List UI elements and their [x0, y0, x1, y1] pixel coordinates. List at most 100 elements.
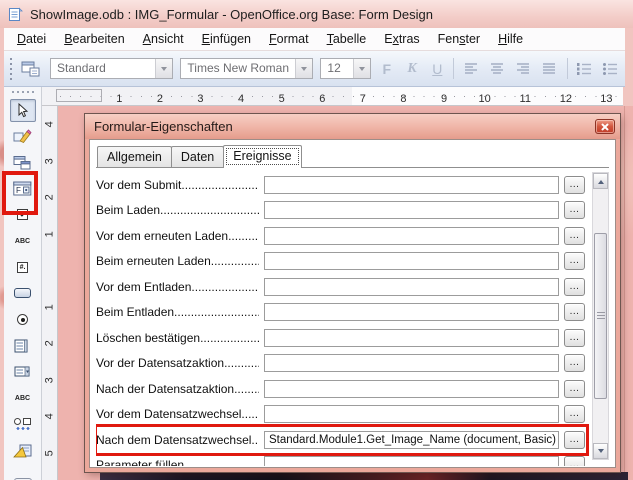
event-label: Vor der Datensatzaktion.............. — [96, 356, 259, 371]
underline-button[interactable]: U — [428, 61, 446, 77]
chevron-down-icon[interactable] — [352, 59, 370, 78]
scrollbar-grip-icon — [596, 312, 605, 320]
toolbar-grip-icon[interactable] — [4, 87, 41, 97]
font-size-combo[interactable]: 12 — [320, 58, 371, 79]
event-macro-input[interactable] — [264, 456, 559, 466]
text-box-icon[interactable]: ABC — [10, 230, 36, 253]
paragraph-style-combo[interactable]: Standard — [50, 58, 174, 79]
push-button-icon[interactable] — [10, 282, 36, 305]
ruler-number: 3 — [197, 93, 204, 105]
checkbox-icon[interactable] — [10, 203, 36, 226]
event-row: Beim erneuten Laden.................. ..… — [96, 249, 585, 275]
event-label: Nach dem Datensatzwechsel..... — [96, 432, 259, 447]
dialog-scrollbar[interactable] — [592, 172, 609, 460]
event-row: Beim Entladen...........................… — [96, 300, 585, 326]
menu-item[interactable]: Format — [260, 29, 318, 49]
close-icon[interactable] — [595, 119, 615, 134]
work-area: 12345678910111213 432112345 — [2, 87, 633, 480]
list-box-icon[interactable] — [10, 334, 36, 357]
menu-item[interactable]: Datei — [8, 29, 55, 49]
form-image — [100, 472, 628, 480]
styles-window-icon[interactable] — [20, 58, 43, 80]
menu-item[interactable]: Extras — [375, 29, 428, 49]
design-mode-icon[interactable] — [10, 125, 36, 148]
browse-button[interactable]: ... — [564, 226, 585, 245]
chevron-down-icon[interactable] — [155, 59, 173, 78]
browse-button[interactable]: ... — [564, 328, 585, 347]
menu-item[interactable]: Ansicht — [134, 29, 193, 49]
dialog-tab[interactable]: Daten — [170, 146, 225, 167]
menu-item[interactable]: Tabelle — [318, 29, 376, 49]
event-label: Beim Entladen...........................… — [96, 305, 259, 320]
menu-item[interactable]: Bearbeiten — [55, 29, 133, 49]
align-left-icon[interactable] — [461, 59, 480, 79]
menu-item[interactable]: Hilfe — [489, 29, 532, 49]
numbered-list-icon[interactable] — [574, 59, 593, 79]
event-macro-input[interactable] — [264, 303, 559, 322]
combo-box-icon[interactable] — [10, 360, 36, 383]
ruler-number: 1 — [116, 93, 123, 105]
event-macro-input[interactable] — [264, 175, 559, 194]
ruler-number: 12 — [559, 93, 572, 105]
align-right-icon[interactable] — [514, 59, 533, 79]
menubar: Datei Bearbeiten Ansicht Einfügen Format… — [4, 28, 625, 51]
ruler-number: 5 — [278, 93, 285, 105]
menu-item[interactable]: Fenster — [429, 29, 489, 49]
more-controls-icon[interactable] — [10, 413, 36, 436]
event-macro-input[interactable] — [264, 252, 559, 271]
event-macro-input[interactable] — [264, 354, 559, 373]
event-macro-input[interactable] — [264, 379, 559, 398]
scroll-down-icon[interactable] — [593, 443, 608, 459]
ruler-number: 2 — [43, 194, 56, 201]
font-name-value: Times New Roman — [187, 61, 289, 75]
event-row: Vor dem Entladen....................... … — [96, 274, 585, 300]
select-cursor-icon[interactable] — [9, 98, 36, 122]
browse-button[interactable]: ... — [564, 303, 585, 322]
event-macro-input[interactable] — [264, 226, 559, 245]
form-properties-icon[interactable]: F — [10, 177, 36, 200]
browse-button[interactable]: ... — [564, 430, 585, 449]
browse-button[interactable]: ... — [564, 354, 585, 373]
dialog-tab[interactable]: Ereignisse — [223, 145, 302, 168]
form-controls-toolbar: F ABC #. ABC — [4, 87, 42, 480]
bullet-list-icon[interactable] — [601, 59, 620, 79]
event-macro-input[interactable] — [264, 328, 559, 347]
font-name-combo[interactable]: Times New Roman — [180, 58, 314, 79]
event-label: Nach der Datensatzaktion.......... — [96, 381, 259, 396]
ruler-number: 8 — [400, 93, 407, 105]
menu-item[interactable]: Einfügen — [193, 29, 260, 49]
browse-button[interactable]: ... — [564, 456, 585, 466]
event-macro-input[interactable] — [264, 277, 559, 296]
italic-button[interactable]: K — [403, 61, 421, 77]
chevron-down-icon[interactable] — [295, 59, 313, 78]
browse-button[interactable]: ... — [564, 175, 585, 194]
browse-button[interactable]: ... — [564, 201, 585, 220]
option-button-icon[interactable] — [10, 308, 36, 331]
form-design-icon[interactable] — [10, 439, 36, 462]
document-icon — [8, 7, 23, 22]
dialog-title: Formular-Eigenschaften — [94, 119, 233, 134]
toolbar-separator — [453, 58, 455, 79]
label-field-icon[interactable]: ABC — [10, 387, 36, 410]
event-macro-input[interactable] — [264, 405, 559, 424]
browse-button[interactable]: ... — [564, 379, 585, 398]
ruler-number: 3 — [43, 376, 56, 383]
event-macro-input[interactable]: Standard.Module1.Get_Image_Name (documen… — [264, 430, 559, 449]
dialog-titlebar: Formular-Eigenschaften — [85, 114, 620, 139]
ruler-number: 5 — [43, 449, 56, 456]
formatted-field-icon[interactable]: #. — [10, 256, 36, 279]
bold-button[interactable]: F — [378, 61, 396, 77]
scrollbar-thumb[interactable] — [594, 233, 607, 399]
wizards-icon[interactable] — [10, 465, 36, 480]
control-properties-icon[interactable] — [10, 151, 36, 174]
ruler-number: 9 — [440, 93, 448, 105]
align-center-icon[interactable] — [488, 59, 507, 79]
browse-button[interactable]: ... — [564, 405, 585, 424]
dialog-tab[interactable]: Allgemein — [97, 146, 172, 167]
event-macro-input[interactable] — [264, 201, 559, 220]
align-justify-icon[interactable] — [540, 59, 559, 79]
toolbar-grip-icon[interactable] — [9, 57, 13, 80]
browse-button[interactable]: ... — [564, 252, 585, 271]
browse-button[interactable]: ... — [564, 277, 585, 296]
scroll-up-icon[interactable] — [593, 173, 608, 189]
